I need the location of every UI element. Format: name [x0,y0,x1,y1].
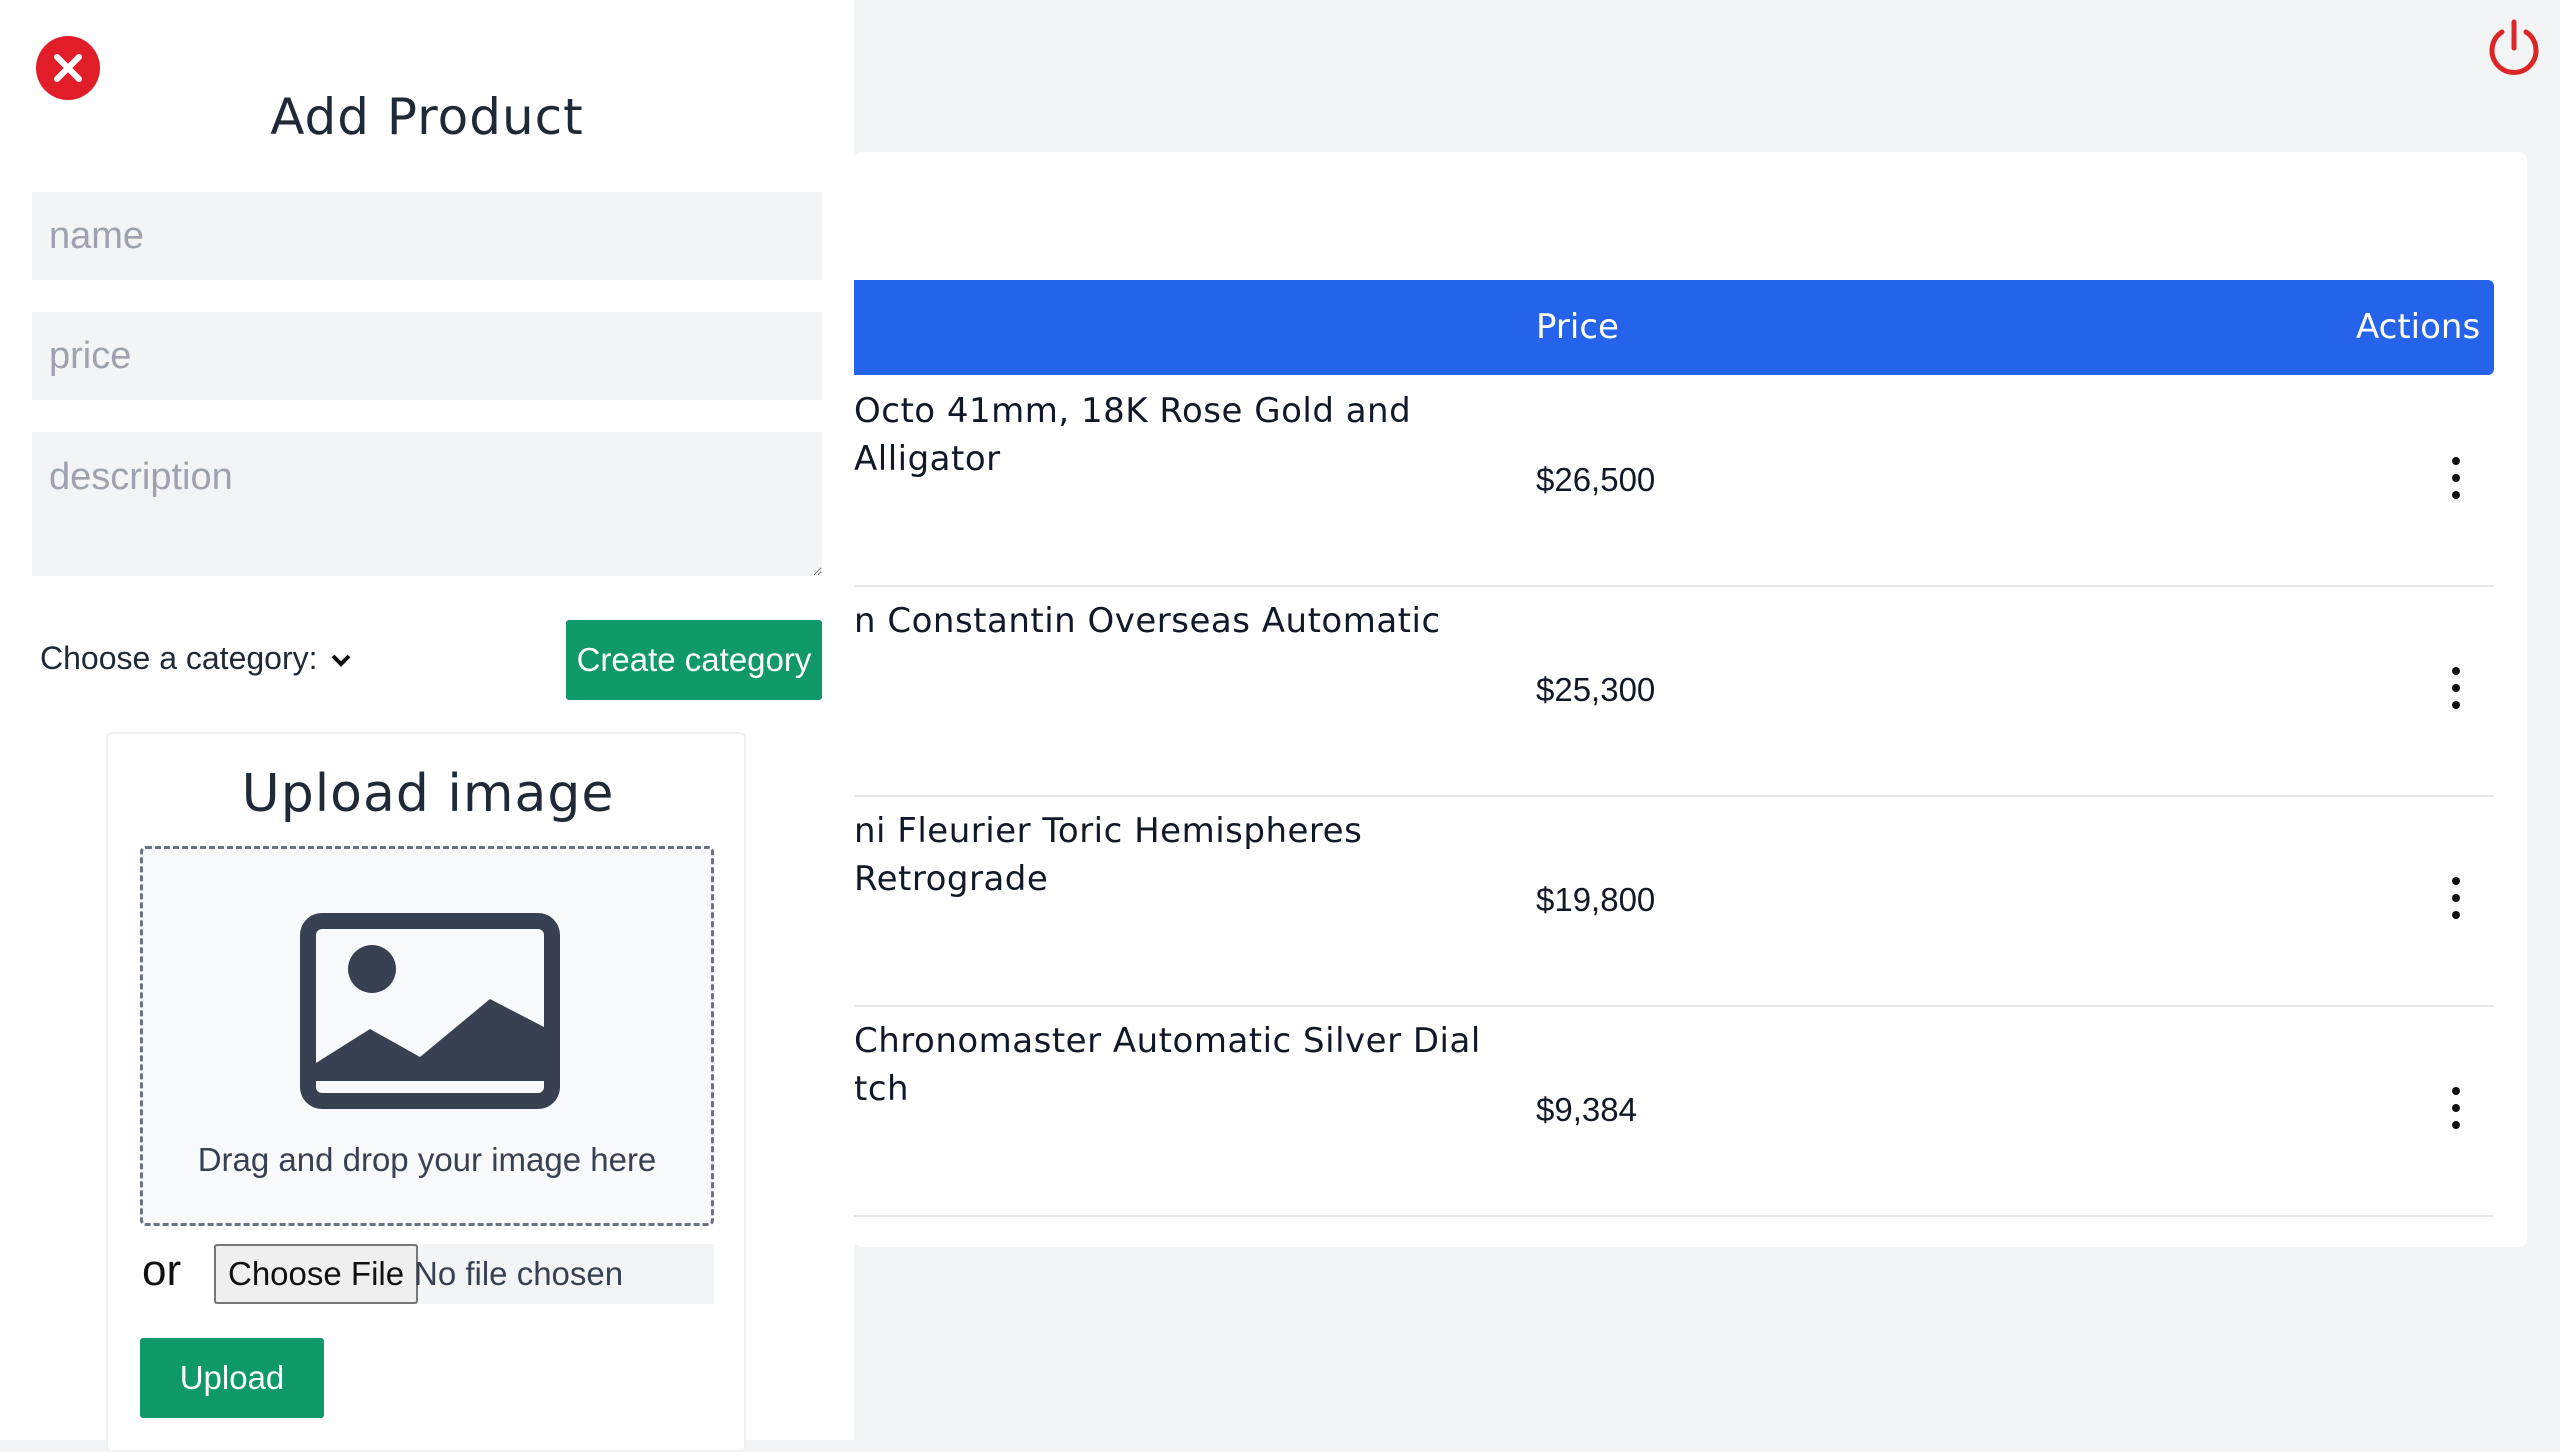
category-select-label: Choose a category: [40,640,318,676]
table-row: Chronomaster Automatic Silver Dial tch $… [854,1005,2494,1217]
table-row: ni Fleurier Toric Hemispheres Retrograde… [854,795,2494,1007]
more-actions-icon[interactable] [2446,667,2466,713]
product-price: $26,500 [1536,461,1656,498]
table-header: Price Actions [820,280,2494,375]
product-name: ni Fleurier Toric Hemispheres Retrograde [854,811,1363,899]
price-input[interactable] [32,312,822,400]
product-name: Chronomaster Automatic Silver Dial tch [854,1021,1481,1109]
image-icon [300,913,560,1109]
file-input[interactable]: Choose File No file chosen [214,1244,714,1304]
table-row: n Constantin Overseas Automatic $25,300 [854,585,2494,797]
more-actions-icon[interactable] [2446,1087,2466,1133]
product-price: $9,384 [1536,1091,1637,1128]
drop-text: Drag and drop your image here [197,1141,657,1178]
upload-button[interactable]: Upload [140,1338,324,1418]
power-icon[interactable] [2482,16,2546,80]
choose-file-button[interactable]: Choose File [214,1244,419,1304]
description-textarea[interactable] [32,432,822,576]
add-product-drawer: Add Product Choose a category: Create ca… [0,0,854,1452]
name-input[interactable] [32,192,822,280]
more-actions-icon[interactable] [2446,877,2466,923]
drawer-title: Add Product [270,88,584,146]
column-actions: Actions [2356,307,2481,347]
upload-card: Upload image Drag and drop your image he… [106,732,746,1452]
upload-title: Upload image [241,764,615,824]
table-row: Octo 41mm, 18K Rose Gold and Alligator $… [854,375,2494,587]
chevron-down-icon [331,654,351,667]
no-file-text: No file chosen [414,1255,624,1292]
product-price: $19,800 [1536,881,1656,918]
more-actions-icon[interactable] [2446,457,2466,503]
column-price: Price [1536,307,1619,347]
or-label: or [142,1246,182,1295]
product-name: Octo 41mm, 18K Rose Gold and Alligator [854,391,1412,479]
product-name: n Constantin Overseas Automatic [854,601,1441,641]
create-category-button[interactable]: Create category [566,620,822,700]
image-dropzone[interactable]: Drag and drop your image here [140,846,714,1226]
category-select[interactable]: Choose a category: [40,640,352,677]
product-price: $25,300 [1536,671,1656,708]
